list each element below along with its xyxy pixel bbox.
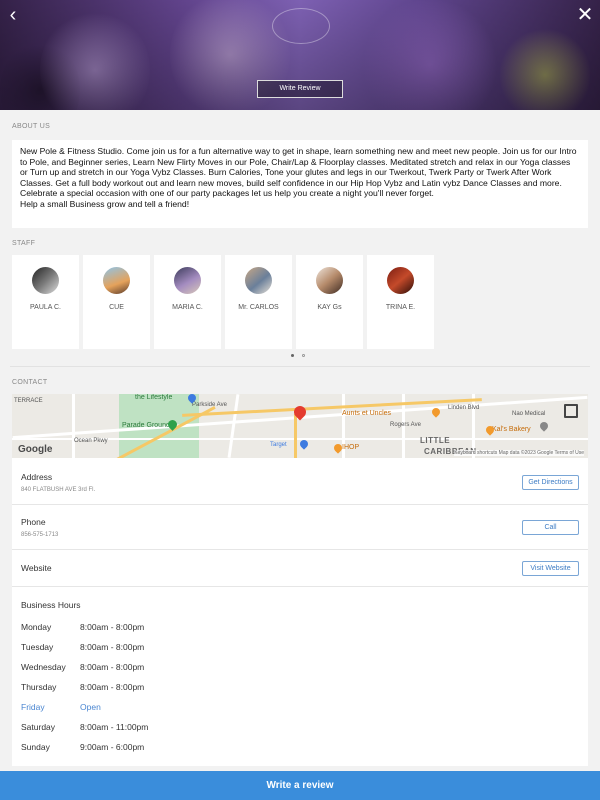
staff-name: Mr. CARLOS [238,304,279,311]
avatar [245,267,272,294]
contact-section-label: CONTACT [12,379,48,386]
address-value: 840 FLATBUSH AVE 3rd Fl. [21,487,96,493]
shopping-pin-icon [298,438,310,450]
about-text-line: Celebrate a special occasion with one of… [20,188,434,199]
location-map[interactable]: TERRACE the Lifestyle Parkside Ave Parad… [12,394,588,458]
staff-carousel[interactable]: PAULA C. CUE MARIA C. Mr. CARLOS KAY Gs … [12,255,434,349]
avatar [387,267,414,294]
about-card: New Pole & Fitness Studio. Come join us … [12,140,588,228]
back-chevron-icon[interactable]: ‹ [2,4,24,26]
cover-photo: ‹ ✕ Write Review [0,0,600,110]
studio-logo [272,8,330,44]
visit-website-button[interactable]: Visit Website [522,561,579,576]
address-label: Address [21,472,53,482]
staff-section-label: STAFF [12,240,36,247]
section-divider [10,366,590,367]
avatar [316,267,343,294]
staff-name: MARIA C. [172,304,203,311]
close-icon[interactable]: ✕ [574,4,596,26]
avatar [174,267,201,294]
row-divider [12,586,588,587]
carousel-pagination [291,354,305,357]
avatar [103,267,130,294]
staff-name: CUE [109,304,124,311]
avatar [32,267,59,294]
staff-card[interactable]: CUE [83,255,150,349]
about-section-label: ABOUT US [12,123,51,130]
google-logo: Google [18,444,53,455]
website-label: Website [21,563,52,573]
write-a-review-button[interactable]: Write a review [0,771,600,800]
staff-card[interactable]: MARIA C. [154,255,221,349]
row-divider [12,504,588,505]
staff-card[interactable]: Mr. CARLOS [225,255,292,349]
map-fullscreen-button[interactable] [564,404,578,418]
staff-card[interactable]: PAULA C. [12,255,79,349]
row-divider [12,549,588,550]
staff-name: TRINA E. [385,304,416,311]
phone-value: 856-575-1713 [21,532,59,538]
map-attribution[interactable]: Keyboard shortcuts Map data ©2023 Google… [454,450,584,456]
business-hours-title: Business Hours [21,600,81,610]
about-text-line: New Pole & Fitness Studio. Come join us … [20,146,577,188]
staff-card[interactable]: TRINA E. [367,255,434,349]
get-directions-button[interactable]: Get Directions [522,475,579,490]
staff-name: KAY Gs [317,304,342,311]
write-review-button[interactable]: Write Review [257,80,343,98]
medical-pin-icon [538,420,550,432]
pagination-dot[interactable] [302,354,305,357]
phone-label: Phone [21,517,46,527]
staff-card[interactable]: KAY Gs [296,255,363,349]
call-button[interactable]: Call [522,520,579,535]
about-text-line: Help a small Business grow and tell a fr… [20,198,190,209]
staff-name: PAULA C. [30,304,61,311]
contact-card: TERRACE the Lifestyle Parkside Ave Parad… [12,394,588,766]
pagination-dot-active[interactable] [291,354,294,357]
